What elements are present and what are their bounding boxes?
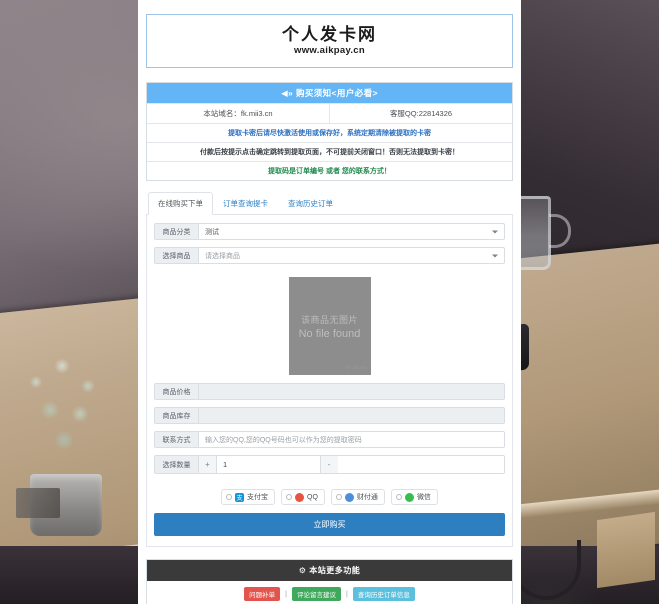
contact-input-wrap[interactable]: 输入您的QQ,您的QQ号码也可以作为您的提取密码	[199, 432, 504, 447]
category-value: 测试	[205, 228, 219, 236]
plant-foliage	[14, 352, 122, 482]
alipay-icon: 支	[235, 492, 245, 502]
image-watermark: By aikpay	[344, 365, 367, 371]
tab-order-history[interactable]: 查询历史订单	[278, 192, 343, 215]
more-features-links: 问题补单 | 评论留言建议 | 查询历史订单信息	[147, 581, 512, 604]
product-select[interactable]: 请选择商品	[199, 248, 504, 263]
badge-separator: |	[346, 590, 348, 598]
category-select[interactable]: 测试	[199, 224, 504, 239]
payment-label-alipay: 支付宝	[247, 494, 269, 501]
site-domain-cell: 本站域名：fk.mii3.cn	[203, 109, 273, 118]
contact-label: 联系方式	[155, 432, 199, 447]
price-value	[199, 384, 504, 399]
notice-header: ◀» 购买须知<用户必看>	[147, 83, 512, 103]
contact-field[interactable]: 联系方式 输入您的QQ,您的QQ号码也可以作为您的提取密码	[154, 431, 505, 448]
wechat-icon	[404, 492, 414, 502]
quantity-label: 选择数量	[155, 456, 199, 473]
site-header: 个人发卡网 www.aikpay.cn	[146, 14, 513, 68]
radio-icon[interactable]	[395, 494, 402, 500]
notice-line-1: 提取卡密后请尽快激活使用或保存好，系统定期清除被提取的卡密	[147, 123, 512, 142]
quantity-plus-button[interactable]: +	[199, 456, 217, 473]
placeholder-text-en: No file found	[298, 327, 361, 340]
payment-option-wechat[interactable]: 微信	[390, 489, 438, 505]
payment-label-wechat: 微信	[416, 494, 431, 501]
site-logo-title: 个人发卡网	[282, 25, 377, 45]
notice-header-label: 购买须知<用户必看>	[295, 88, 378, 98]
product-image-placeholder: 该商品无图片 No file found By aikpay	[288, 277, 371, 375]
tab-online-purchase[interactable]: 在线购买下单	[148, 192, 213, 215]
badge-feedback[interactable]: 评论留言建议	[292, 587, 341, 601]
tenpay-icon	[344, 492, 354, 502]
header-gap	[138, 68, 521, 82]
buy-now-button[interactable]: 立即购买	[154, 513, 505, 536]
product-label: 选择商品	[155, 248, 199, 263]
qq-icon	[295, 492, 305, 502]
more-features-panel: ⚙ 本站更多功能 问题补单 | 评论留言建议 | 查询历史订单信息	[146, 559, 513, 604]
badge-separator: |	[285, 590, 287, 598]
notice-line-2: 付款后按提示点击确定跳转到提取页面，不可提前关闭窗口！否则无法提取到卡密！	[147, 142, 512, 161]
payment-options: 支 支付宝 QQ 财付通 微信	[154, 481, 505, 507]
chevron-down-icon	[492, 230, 498, 233]
wooden-board	[597, 511, 655, 589]
product-value: 请选择商品	[205, 252, 240, 260]
site-logo-url: www.aikpay.cn	[294, 44, 365, 56]
radio-icon[interactable]	[335, 494, 342, 500]
product-image-area: 该商品无图片 No file found By aikpay	[154, 271, 505, 383]
notice-info-row: 本站域名：fk.mii3.cn 客服QQ:22814326	[147, 103, 512, 123]
stock-label: 商品库存	[155, 408, 199, 423]
notice-line-3: 提取码是订单编号 或者 您的联系方式！	[147, 161, 512, 180]
quantity-stepper[interactable]: + 1 -	[199, 456, 338, 473]
quantity-field[interactable]: 选择数量 + 1 -	[154, 455, 505, 474]
category-field[interactable]: 商品分类 测试	[154, 223, 505, 240]
radio-icon[interactable]	[226, 494, 233, 500]
price-field: 商品价格	[154, 383, 505, 400]
badge-order-history[interactable]: 查询历史订单信息	[352, 587, 415, 601]
stock-field: 商品库存	[154, 407, 505, 424]
purchase-notice-panel: ◀» 购买须知<用户必看> 本站域名：fk.mii3.cn 客服QQ:22814…	[146, 82, 513, 181]
tab-order-lookup[interactable]: 订单查询提卡	[213, 192, 278, 215]
more-features-header: ⚙ 本站更多功能	[147, 560, 512, 581]
payment-label-tenpay: 财付通	[356, 494, 378, 501]
site-page: 个人发卡网 www.aikpay.cn ◀» 购买须知<用户必看> 本站域名：f…	[138, 0, 521, 604]
speaker-icon: ◀»	[281, 88, 294, 98]
payment-option-qq[interactable]: QQ	[281, 489, 325, 505]
payment-option-alipay[interactable]: 支 支付宝	[221, 489, 276, 505]
quantity-input[interactable]: 1	[217, 456, 320, 473]
badge-problem-reorder[interactable]: 问题补单	[244, 587, 281, 601]
product-field[interactable]: 选择商品 请选择商品	[154, 247, 505, 264]
chevron-down-icon	[492, 254, 498, 257]
price-label: 商品价格	[155, 384, 199, 399]
order-tabs: 在线购买下单 订单查询提卡 查询历史订单	[146, 191, 513, 215]
quantity-minus-button[interactable]: -	[319, 456, 338, 473]
service-qq-cell: 客服QQ:22814326	[329, 104, 512, 123]
payment-option-tenpay[interactable]: 财付通	[330, 489, 385, 505]
stock-value	[199, 408, 504, 423]
purchase-form-panel: 商品分类 测试 选择商品 请选择商品 该商品无图片 No file found	[146, 215, 513, 547]
quantity-spacer	[338, 456, 504, 473]
contact-input-placeholder: 输入您的QQ,您的QQ号码也可以作为您的提取密码	[205, 436, 362, 444]
radio-icon[interactable]	[286, 494, 293, 500]
category-label: 商品分类	[155, 224, 199, 239]
payment-label-qq: QQ	[307, 493, 318, 501]
gear-icon: ⚙	[298, 566, 307, 575]
pen-holder	[16, 488, 60, 518]
more-features-label: 本站更多功能	[309, 566, 361, 575]
placeholder-text-cn: 该商品无图片	[300, 314, 358, 325]
page-content: ◀» 购买须知<用户必看> 本站域名：fk.mii3.cn 客服QQ:22814…	[138, 82, 521, 604]
